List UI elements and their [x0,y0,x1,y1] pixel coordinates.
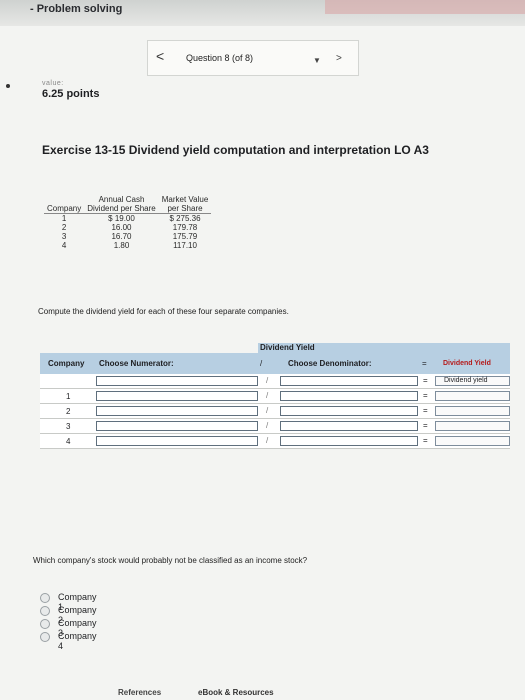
equals-symbol: = [423,406,428,415]
question-dropdown-icon[interactable]: ▼ [313,56,321,65]
question-navigator: < Question 8 (of 8) ▼ > [147,40,359,76]
numerator-column-header: Choose Numerator: [99,359,174,368]
company-number: 1 [66,392,71,401]
company-cell: 2 [61,223,67,232]
dividend-yield-input[interactable] [435,391,510,401]
top-right-strip [325,0,525,14]
numerator-label-select[interactable] [96,376,258,386]
next-question-icon[interactable]: > [336,53,342,64]
company-number: 2 [66,407,71,416]
points-value: 6.25 points [42,88,100,100]
dividend-cell: 16.00 [111,223,132,232]
previous-question-icon[interactable]: < [156,48,164,64]
radio-button[interactable] [40,593,50,603]
dividend-yield-input[interactable] [435,406,510,416]
dividend-cell: 16.70 [111,232,132,241]
result-label-field: Dividend yield [435,376,510,386]
annual-header-line2: Dividend per Share [84,204,159,214]
radio-button[interactable] [40,619,50,629]
radio-button[interactable] [40,606,50,616]
company-number: 4 [66,437,71,446]
calc-label-row: / = Dividend yield [40,374,510,389]
numerator-input[interactable] [96,436,258,446]
equals-symbol: = [423,391,428,400]
ebook-resources-link[interactable]: eBook & Resources [198,688,274,697]
sidebar-marker [6,84,10,88]
table-row: 3 16.70 175.79 [44,232,211,241]
footer: References eBook & Resources [0,686,525,700]
exercise-title: Exercise 13-15 Dividend yield computatio… [42,143,429,157]
dividend-data-table: Annual Cash Market Value Company Dividen… [44,195,212,250]
market-cell: 175.79 [172,232,198,241]
market-header-line1: Market Value [161,195,209,204]
equals-symbol: = [423,421,428,430]
denominator-column-header: Choose Denominator: [288,359,372,368]
market-cell: $ 275.36 [169,214,201,223]
question-label: Question 8 (of 8) [186,53,254,63]
table-row: 2 16.00 179.78 [44,223,211,232]
result-column-header: Dividend Yield [443,360,491,367]
dividend-yield-group-header: Dividend Yield [258,343,510,353]
calc-row-company-3: 3 / = [40,419,510,434]
dividend-cell: 1.80 [113,241,130,250]
market-cell: 179.78 [172,223,198,232]
calc-header-row: Company Choose Numerator: / Choose Denom… [40,353,510,374]
company-header: Company [44,204,85,214]
dividend-yield-input[interactable] [435,436,510,446]
numerator-input[interactable] [96,421,258,431]
company-column-header: Company [48,359,85,368]
divide-symbol: / [266,376,269,385]
instruction-text: Compute the dividend yield for each of t… [38,307,289,316]
table-row: 4 1.80 117.10 [44,241,211,250]
dividend-cell: $ 19.00 [108,214,135,223]
option-label: Company 4 [58,631,97,651]
denominator-input[interactable] [280,421,418,431]
calc-row-company-4: 4 / = [40,434,510,449]
dividend-yield-heading: Dividend Yield [260,343,315,352]
denominator-input[interactable] [280,391,418,401]
company-number: 3 [66,422,71,431]
calc-row-company-2: 2 / = [40,404,510,419]
company-cell: 3 [61,232,67,241]
company-cell: 1 [61,214,67,223]
question-text: Which company's stock would probably not… [33,556,308,565]
table-row: 1 $ 19.00 $ 275.36 [44,214,211,224]
market-cell: 117.10 [173,241,197,250]
denominator-input[interactable] [280,436,418,446]
company-cell: 4 [61,241,67,250]
divide-symbol: / [266,391,269,400]
references-link[interactable]: References [118,688,161,697]
dividend-yield-input[interactable] [435,421,510,431]
denominator-label-select[interactable] [280,376,418,386]
value-label: value: [42,80,64,87]
market-header-line2: per Share [158,204,212,214]
numerator-input[interactable] [96,406,258,416]
calc-row-company-1: 1 / = [40,389,510,404]
numerator-input[interactable] [96,391,258,401]
equals-symbol: = [422,359,427,368]
annual-header-line1: Annual Cash [98,195,145,204]
chapter-title: - Problem solving [30,3,123,15]
radio-button[interactable] [40,632,50,642]
equals-symbol: = [423,376,428,385]
divide-symbol: / [266,436,269,445]
browser-top-bar: - Problem solving [0,0,525,26]
denominator-input[interactable] [280,406,418,416]
divide-symbol: / [266,421,269,430]
divide-symbol: / [260,359,263,368]
table-header-spacer [44,195,84,204]
divide-symbol: / [266,406,269,415]
equals-symbol: = [423,436,428,445]
